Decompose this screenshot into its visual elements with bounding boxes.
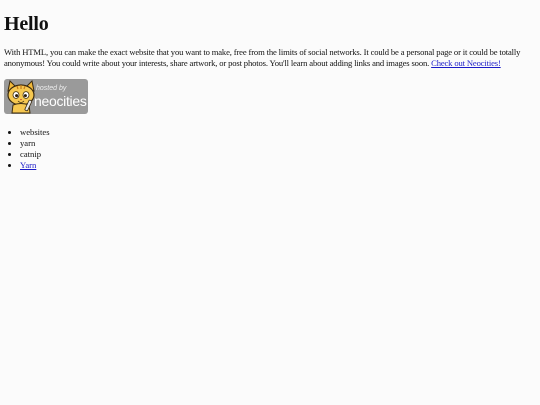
hosted-by-neocities-badge[interactable]: hosted by neocities [4, 79, 88, 114]
list-item: Yarn [20, 160, 532, 171]
badge-brand-label: neocities [34, 93, 87, 109]
intro-paragraph: With HTML, you can make the exact websit… [4, 47, 532, 69]
page-title: Hello [4, 13, 49, 35]
list-item-label: yarn [20, 138, 36, 148]
badge-hosted-label: hosted by [36, 85, 67, 92]
yarn-link[interactable]: Yarn [20, 160, 36, 170]
list-item: yarn [20, 138, 532, 149]
list-item: catnip [20, 149, 532, 160]
neocities-cat-logo-icon [7, 80, 35, 114]
page-content: Hello With HTML, you can make the exact … [4, 0, 532, 171]
item-list: websites yarn catnip Yarn [4, 127, 532, 171]
neocities-link[interactable]: Check out Neocities! [431, 58, 501, 68]
list-item-label: websites [20, 127, 50, 137]
list-item: websites [20, 127, 532, 138]
list-item-label: catnip [20, 149, 41, 159]
